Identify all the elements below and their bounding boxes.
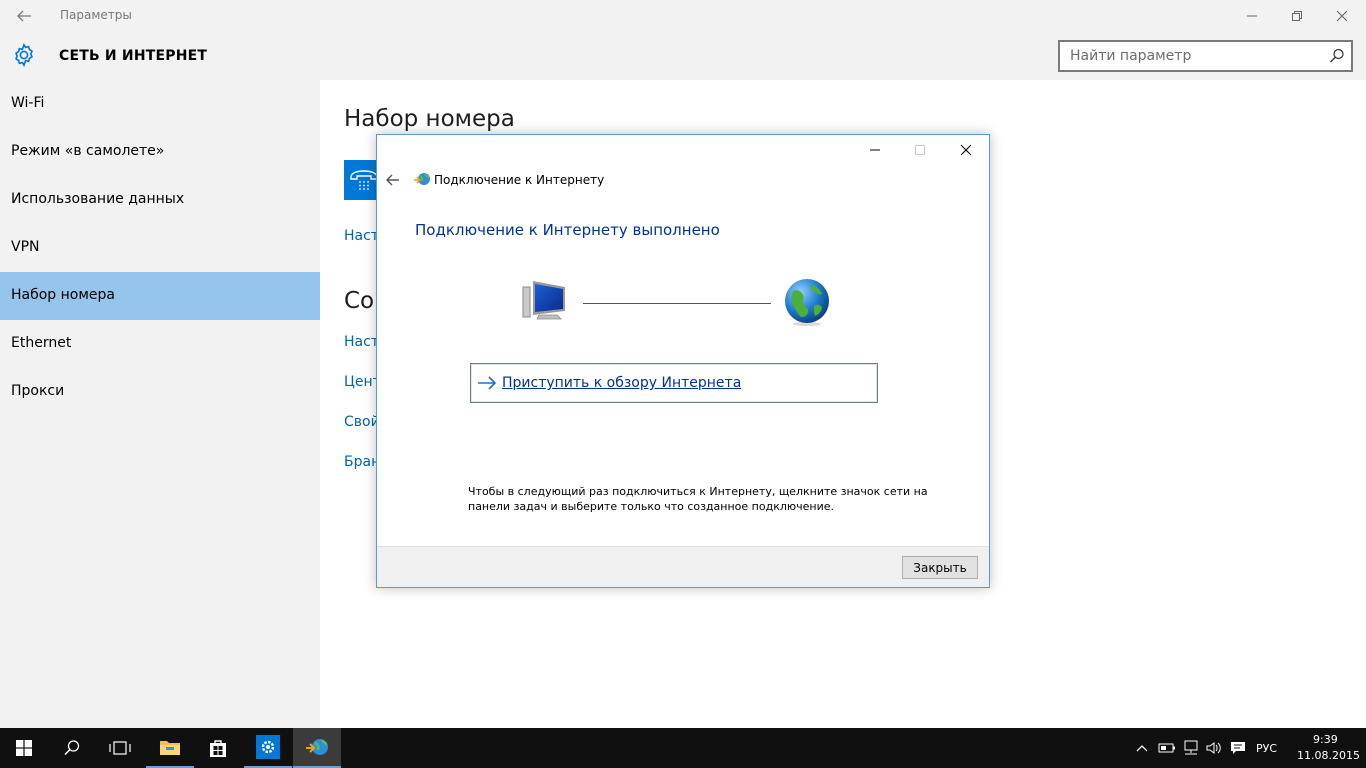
section-title: СЕТЬ И ИНТЕРНЕТ — [59, 48, 208, 64]
related-settings-heading: Соп — [344, 288, 376, 314]
search-icon — [64, 740, 80, 756]
search-box[interactable]: Найти параметр — [1058, 40, 1353, 72]
title-bar: Параметры — [0, 0, 1366, 32]
globe-icon — [783, 277, 831, 327]
dialog-title: Подключение к Интернету — [434, 173, 605, 187]
back-arrow-icon[interactable] — [14, 6, 34, 26]
setup-connection-link[interactable]: Наст — [344, 228, 376, 244]
dialog-minimize-button[interactable] — [852, 135, 898, 165]
dialog-back-arrow-icon[interactable] — [382, 171, 402, 189]
task-view-button[interactable] — [96, 728, 144, 768]
sidebar-item-wifi[interactable]: Wi-Fi — [0, 80, 320, 128]
page-title: Набор номера — [344, 106, 515, 132]
taskbar: РУС 9:39 11.08.2015 — [0, 728, 1366, 768]
dialog-heading: Подключение к Интернету выполнено — [415, 221, 720, 239]
sidebar-item-dialup[interactable]: Набор номера — [0, 272, 320, 320]
speaker-icon — [1206, 742, 1221, 754]
connection-line — [583, 303, 771, 304]
start-button[interactable] — [0, 728, 48, 768]
network-center-link[interactable]: Цент — [344, 374, 376, 390]
window-title: Параметры — [60, 8, 132, 22]
battery-icon — [1158, 743, 1175, 753]
start-browsing-button[interactable]: Приступить к обзору Интернета — [470, 363, 878, 403]
store-button[interactable] — [194, 728, 242, 768]
settings-gear-icon — [256, 735, 280, 759]
battery-button[interactable] — [1156, 728, 1178, 768]
computer-icon — [519, 279, 571, 323]
close-window-button[interactable] — [1319, 0, 1365, 32]
sidebar-item-vpn[interactable]: VPN — [0, 224, 320, 272]
dialog-close-button[interactable] — [943, 135, 989, 165]
dialog-footer: Закрыть — [377, 546, 989, 587]
file-explorer-button[interactable] — [146, 728, 194, 768]
notifications-icon — [1231, 742, 1245, 754]
search-icon[interactable] — [1328, 47, 1346, 65]
sidebar-item-airplane-mode[interactable]: Режим «в самолете» — [0, 128, 320, 176]
minimize-button[interactable] — [1229, 0, 1275, 32]
volume-button[interactable] — [1203, 728, 1225, 768]
connection-wizard-taskbar-button[interactable] — [293, 728, 341, 768]
search-input[interactable]: Найти параметр — [1070, 48, 1191, 64]
arrow-right-icon — [476, 374, 498, 392]
settings-header: СЕТЬ И ИНТЕРНЕТ Найти параметр — [0, 32, 1366, 80]
windows-icon — [16, 740, 32, 756]
taskbar-search-button[interactable] — [48, 728, 96, 768]
firewall-link[interactable]: Бран — [344, 454, 376, 470]
network-button[interactable] — [1180, 728, 1202, 768]
dialog-maximize-button — [897, 135, 943, 165]
gear-icon — [12, 42, 36, 68]
restore-button[interactable] — [1274, 0, 1320, 32]
chevron-up-icon — [1136, 745, 1148, 752]
clock-time[interactable]: 9:39 — [1313, 733, 1338, 746]
store-icon — [210, 740, 226, 757]
dialog-info-text: Чтобы в следующий раз подключиться к Инт… — [468, 485, 928, 513]
settings-taskbar-button[interactable] — [244, 728, 292, 768]
task-view-icon — [109, 741, 131, 755]
sidebar-item-data-usage[interactable]: Использование данных — [0, 176, 320, 224]
internet-connection-icon — [306, 739, 328, 755]
start-browsing-label: Приступить к обзору Интернета — [502, 375, 742, 391]
internet-connection-icon — [413, 171, 431, 187]
sidebar: Wi-Fi Режим «в самолете» Использование д… — [0, 80, 320, 728]
sidebar-item-proxy[interactable]: Прокси — [0, 368, 320, 416]
folder-icon — [160, 741, 180, 755]
close-button[interactable]: Закрыть — [902, 556, 978, 579]
adapter-settings-link[interactable]: Наст — [344, 334, 376, 350]
input-language[interactable]: РУС — [1256, 742, 1277, 755]
action-center-button[interactable] — [1227, 728, 1249, 768]
clock-date[interactable]: 11.08.2015 — [1297, 749, 1360, 762]
network-icon — [1184, 740, 1198, 755]
internet-options-link[interactable]: Свой — [344, 414, 376, 430]
show-hidden-icons-button[interactable] — [1132, 728, 1152, 768]
sidebar-item-ethernet[interactable]: Ethernet — [0, 320, 320, 368]
connection-dialog: Подключение к Интернету Подключение к Ин… — [376, 134, 990, 588]
